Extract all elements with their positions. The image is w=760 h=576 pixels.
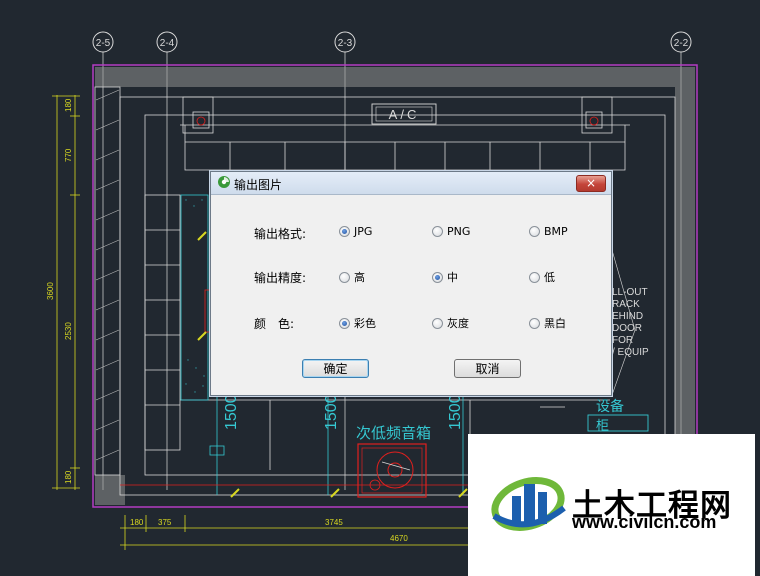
precision-high-radio[interactable]: 高 bbox=[339, 269, 365, 285]
svg-text:4670: 4670 bbox=[390, 534, 408, 543]
format-bmp-radio[interactable]: BMP bbox=[529, 225, 568, 238]
svg-text:2-3: 2-3 bbox=[338, 38, 353, 49]
site-watermark: 土木工程网 www.civilcn.com bbox=[468, 434, 755, 576]
app-logo-icon bbox=[218, 176, 230, 188]
svg-text:3745: 3745 bbox=[325, 518, 343, 527]
svg-text:180: 180 bbox=[64, 98, 73, 112]
dim-1500-b: 1500 bbox=[323, 394, 340, 430]
svg-text:柜: 柜 bbox=[596, 419, 609, 434]
svg-text:LL-OUT: LL-OUT bbox=[612, 287, 648, 298]
color-label: 颜 色: bbox=[254, 317, 295, 331]
color-bw-radio[interactable]: 黑白 bbox=[529, 315, 566, 331]
radio-icon bbox=[529, 226, 540, 237]
radio-icon bbox=[529, 317, 540, 329]
svg-text:次低频音箱: 次低频音箱 bbox=[356, 424, 431, 442]
color-full-radio[interactable]: 彩色 bbox=[339, 315, 376, 331]
grid-bubble-2-2: 2-2 bbox=[670, 31, 692, 53]
svg-text:2530: 2530 bbox=[64, 322, 73, 340]
cyan-hatch bbox=[180, 194, 209, 401]
svg-text:/ EQUIP: / EQUIP bbox=[612, 347, 649, 358]
precision-medium-radio[interactable]: 中 bbox=[432, 269, 458, 285]
svg-text:180: 180 bbox=[130, 518, 144, 527]
radio-icon bbox=[432, 226, 443, 237]
format-jpg-radio[interactable]: JPG bbox=[339, 225, 372, 238]
svg-text:2-5: 2-5 bbox=[96, 38, 111, 49]
close-icon: × bbox=[585, 176, 597, 190]
format-png-radio[interactable]: PNG bbox=[432, 225, 470, 238]
svg-text:EHIND: EHIND bbox=[612, 311, 643, 322]
radio-selected-icon bbox=[339, 317, 350, 329]
watermark-logo-icon bbox=[491, 477, 566, 531]
dialog-title: 输出图片 bbox=[234, 178, 283, 192]
svg-text:设备: 设备 bbox=[596, 398, 624, 415]
subwoofer: 次低频音箱 bbox=[356, 424, 431, 498]
svg-text:DOOR: DOOR bbox=[612, 323, 642, 334]
dim-1500-a: 1500 bbox=[223, 394, 240, 430]
svg-text:2-2: 2-2 bbox=[674, 38, 689, 49]
grid-bubble-2-5: 2-5 bbox=[92, 31, 114, 53]
svg-text:A/C: A/C bbox=[389, 107, 420, 122]
svg-text:2-4: 2-4 bbox=[160, 38, 175, 49]
precision-label: 输出精度: bbox=[254, 271, 307, 285]
format-label: 输出格式: bbox=[254, 227, 307, 241]
ok-button[interactable]: 确定 bbox=[302, 359, 369, 378]
close-button[interactable]: × bbox=[576, 175, 606, 192]
radio-icon bbox=[432, 317, 443, 329]
grid-bubble-2-4: 2-4 bbox=[156, 31, 178, 53]
svg-text:RACK: RACK bbox=[612, 299, 640, 310]
left-dimensions: 180 770 3600 2530 180 bbox=[46, 95, 80, 490]
svg-text:770: 770 bbox=[64, 148, 73, 162]
equipment-label: 设备 柜 bbox=[587, 398, 649, 434]
svg-text:3600: 3600 bbox=[46, 282, 55, 300]
watermark-url: www.civilcn.com bbox=[572, 512, 717, 532]
right-note: LL-OUT RACK EHIND DOOR FOR / EQUIP bbox=[612, 287, 649, 358]
svg-text:180: 180 bbox=[64, 470, 73, 484]
bottom-dimensions: 180 375 3745 4670 bbox=[120, 515, 470, 550]
ac-label-box: A/C bbox=[371, 103, 437, 125]
svg-text:375: 375 bbox=[158, 518, 172, 527]
export-image-dialog: 输出图片 × 输出格式: JPG PNG BMP 输出精度: 高 中 低 颜 色… bbox=[210, 171, 612, 396]
color-gray-radio[interactable]: 灰度 bbox=[432, 315, 469, 331]
grid-bubble-2-3: 2-3 bbox=[334, 31, 356, 53]
radio-selected-icon bbox=[432, 271, 443, 283]
radio-selected-icon bbox=[339, 226, 350, 237]
cancel-button[interactable]: 取消 bbox=[454, 359, 521, 378]
radio-icon bbox=[339, 271, 350, 283]
precision-low-radio[interactable]: 低 bbox=[529, 269, 555, 285]
dialog-titlebar[interactable]: 输出图片 × bbox=[211, 172, 611, 195]
radio-icon bbox=[529, 271, 540, 283]
dim-1500-c: 1500 bbox=[447, 394, 464, 430]
